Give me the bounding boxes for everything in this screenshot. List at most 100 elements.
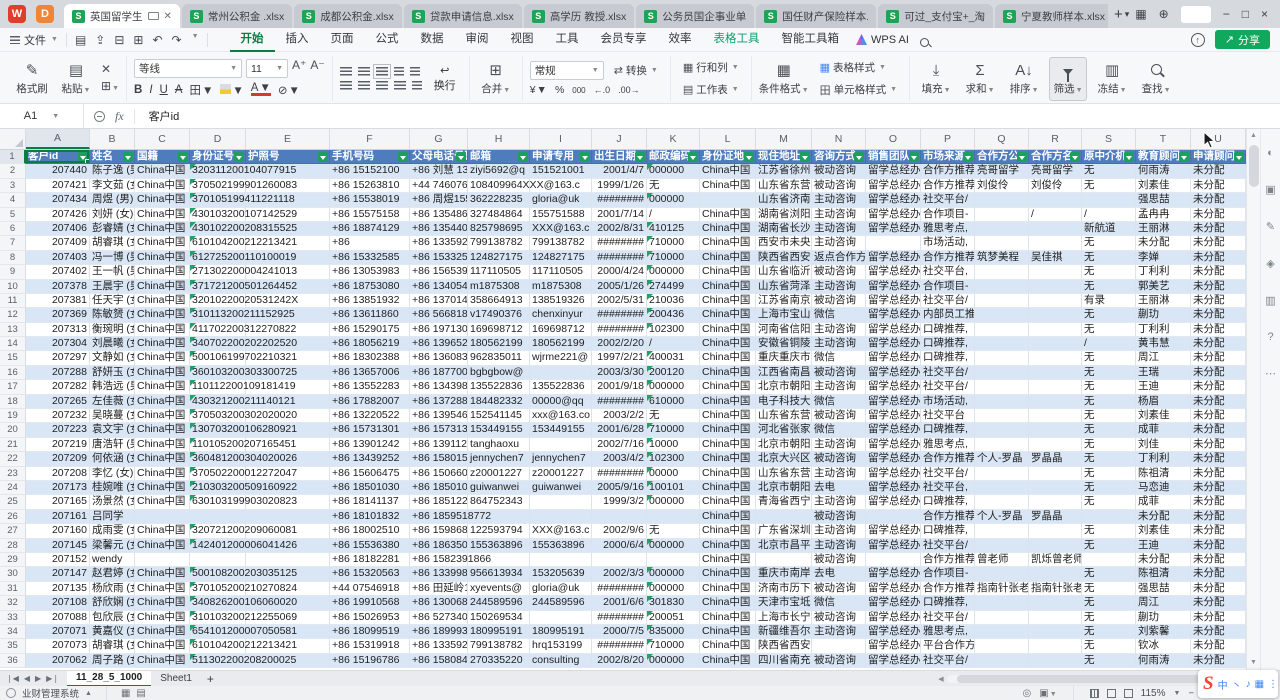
cell[interactable]: 370502200012272047 — [190, 467, 246, 481]
column-header-E[interactable]: E — [246, 129, 330, 149]
cell[interactable]: 无 — [1082, 366, 1136, 380]
cell[interactable]: 169698712 — [468, 323, 530, 337]
cell[interactable]: tanghaoxu — [468, 438, 530, 452]
cell[interactable] — [975, 567, 1029, 581]
cell[interactable]: 留学总经办 — [866, 481, 921, 495]
cell[interactable]: China中国 — [700, 222, 756, 236]
cell[interactable]: 155363896 — [468, 539, 530, 553]
column-header-J[interactable]: J — [592, 129, 647, 149]
cell[interactable]: 无 — [1082, 251, 1136, 265]
cell[interactable]: 留学总经办 — [866, 539, 921, 553]
cell[interactable]: 1999/3/2 — [592, 495, 647, 509]
cell[interactable]: 207173 — [26, 481, 90, 495]
cell[interactable] — [1029, 524, 1082, 538]
cell[interactable]: 无 — [1082, 639, 1136, 653]
cell[interactable]: 陈祖清 — [1136, 567, 1191, 581]
cell[interactable]: 207282 — [26, 380, 90, 394]
cell[interactable] — [530, 553, 592, 567]
cell[interactable]: China中国 — [135, 351, 190, 365]
cell[interactable]: 130703200106280921 — [190, 423, 246, 437]
cell[interactable]: China中国 — [700, 438, 756, 452]
cell[interactable]: 山东省菏泽 — [756, 280, 812, 294]
cell[interactable] — [975, 596, 1029, 610]
cell[interactable]: 山东省临沂 — [756, 265, 812, 279]
cell[interactable]: 微信 — [812, 423, 866, 437]
close-tab-icon[interactable]: ✕ — [164, 11, 172, 22]
cell[interactable]: 合作方推荐 — [921, 251, 975, 265]
header-cell[interactable]: 合作方公 — [975, 150, 1029, 164]
filter-dropdown-icon[interactable] — [635, 152, 645, 162]
cell[interactable]: 王丽淋 — [1136, 294, 1191, 308]
cell[interactable]: +86 1391129694 — [410, 438, 468, 452]
fill-button[interactable]: ⤓ 填充▼ — [917, 57, 955, 101]
cell[interactable]: China中国 — [700, 510, 756, 524]
cell[interactable]: 微信 — [812, 395, 866, 409]
align-left-icon[interactable] — [340, 81, 352, 90]
voice-icon[interactable]: ♪ — [1246, 679, 1251, 690]
cell[interactable]: 207208 — [26, 467, 90, 481]
cell[interactable]: 150269534 — [468, 611, 530, 625]
cell[interactable]: 2003/2/2 — [592, 409, 647, 423]
cell[interactable]: 留学总经办 — [866, 164, 921, 178]
cell[interactable]: 610104200212213421 — [190, 236, 246, 250]
sheet-tab-11_28_5_1000[interactable]: 11_28_5_1000 — [67, 671, 151, 687]
cell[interactable]: 无 — [1082, 164, 1136, 178]
wps-ai-button[interactable]: WPS AI — [856, 34, 909, 46]
cell[interactable]: +86 18302388 — [330, 351, 410, 365]
first-sheet-icon[interactable]: ❘◀ — [6, 674, 19, 683]
cell[interactable]: chenxinyur — [530, 308, 592, 322]
cell[interactable]: 李婵 — [1136, 251, 1191, 265]
cell[interactable]: 207135 — [26, 582, 90, 596]
cell[interactable]: 留学总经办 — [866, 423, 921, 437]
cell[interactable]: 黄韦慧 — [1136, 337, 1191, 351]
cell[interactable] — [975, 409, 1029, 423]
profile-icon[interactable]: ◐ — [1267, 147, 1274, 159]
cell[interactable] — [975, 351, 1029, 365]
cell[interactable]: 327484864 — [468, 208, 530, 222]
cell[interactable]: / — [647, 337, 700, 351]
cell[interactable]: 000000 — [647, 265, 700, 279]
cell[interactable] — [866, 510, 921, 524]
cell[interactable]: China中国 — [700, 639, 756, 653]
decrease-font-icon[interactable]: A⁻ — [310, 59, 324, 78]
cell[interactable]: 北京市朝阳 — [756, 438, 812, 452]
cell[interactable]: 留学总经办 — [866, 596, 921, 610]
column-header-K[interactable]: K — [647, 129, 700, 149]
cell[interactable]: China中国 — [700, 625, 756, 639]
cell[interactable]: +86 18099519 — [330, 625, 410, 639]
cell[interactable]: 去电 — [812, 481, 866, 495]
column-header-U[interactable]: U — [1191, 129, 1246, 149]
cell[interactable] — [1029, 323, 1082, 337]
cell[interactable]: consulting — [530, 654, 592, 668]
cell[interactable]: China中国 — [700, 467, 756, 481]
cell[interactable] — [1029, 639, 1082, 653]
cell[interactable]: 340826200106060020 — [190, 596, 246, 610]
cell[interactable]: China中国 — [135, 596, 190, 610]
cell[interactable] — [756, 553, 812, 567]
cell[interactable]: 无 — [1082, 438, 1136, 452]
cell[interactable]: 合作方推荐 — [921, 179, 975, 193]
highlight-color-button[interactable]: ▼ — [220, 84, 243, 97]
cell[interactable]: 956613934 — [468, 567, 530, 581]
cell[interactable]: 北京大兴区 — [756, 452, 812, 466]
cell[interactable]: 刘佳 — [1136, 438, 1191, 452]
name-box[interactable]: A1 ▼ — [0, 104, 84, 128]
cell[interactable] — [1029, 222, 1082, 236]
filter-dropdown-icon[interactable] — [1124, 152, 1134, 162]
worksheet-button[interactable]: ▤ 工作表▼ — [678, 80, 744, 99]
cell[interactable]: 湖南省长沙 — [756, 222, 812, 236]
cell[interactable]: 207378 — [26, 280, 90, 294]
filter-dropdown-icon[interactable] — [854, 152, 864, 162]
convert-button[interactable]: ⇄ 转换▼ — [609, 61, 663, 80]
cell[interactable]: 无 — [1082, 611, 1136, 625]
cell[interactable]: 留学总经办 — [866, 294, 921, 308]
cell[interactable]: 未分配 — [1191, 351, 1246, 365]
cell[interactable]: 430102200208315525 — [190, 222, 246, 236]
cell[interactable]: 未分配 — [1191, 582, 1246, 596]
cell[interactable]: 370503200302020020 — [190, 409, 246, 423]
cell[interactable]: 207160 — [26, 524, 90, 538]
cell[interactable]: +86 15731301 — [330, 423, 410, 437]
header-cell[interactable]: 现住地址 — [756, 150, 812, 164]
cell[interactable]: 留学总经办 — [866, 495, 921, 509]
cell[interactable]: 310103200212255069 — [190, 611, 246, 625]
